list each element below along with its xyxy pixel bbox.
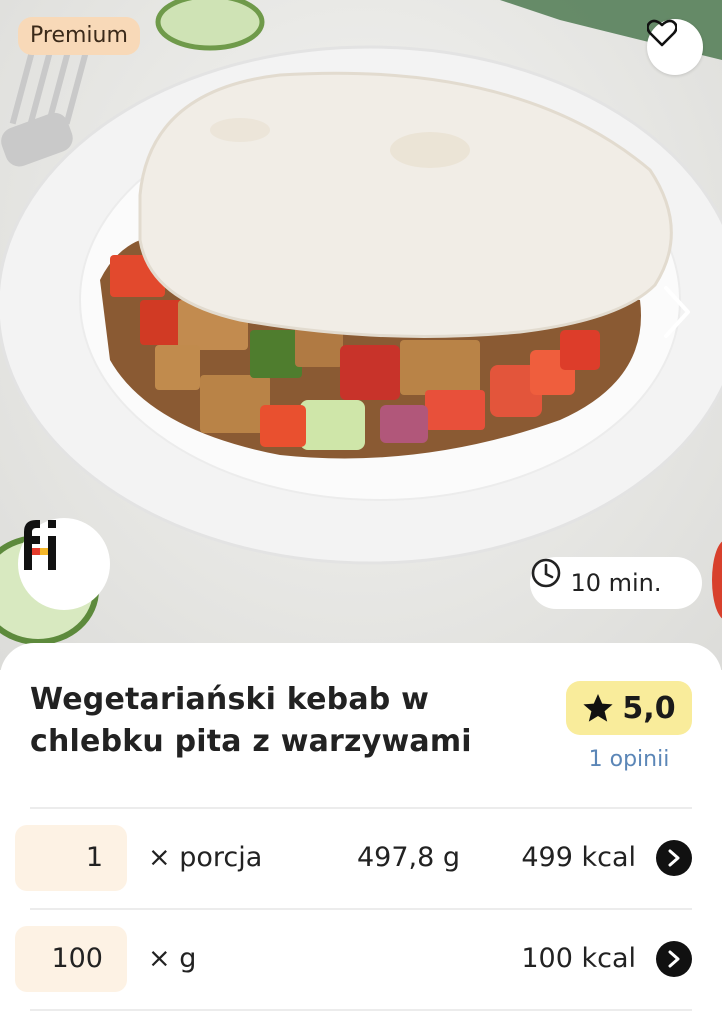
chevron-right-icon (668, 849, 680, 867)
prep-time-chip: 10 min. (530, 557, 702, 609)
grams-kcal: 100 kcal (521, 943, 636, 974)
portion-weight: 497,8 g (356, 842, 460, 873)
add-portion-button[interactable] (656, 840, 692, 876)
chevron-right-icon (664, 286, 690, 338)
rating-badge[interactable]: 5,0 (566, 681, 692, 735)
divider (30, 807, 692, 809)
chevron-right-icon (668, 950, 680, 968)
divider (30, 908, 692, 910)
portion-quantity-input[interactable]: 1 (15, 825, 127, 891)
premium-badge: Premium (18, 17, 140, 55)
rating-value: 5,0 (622, 690, 676, 726)
portion-kcal: 499 kcal (521, 842, 636, 873)
portion-unit-label: × porcja (148, 842, 263, 873)
star-icon (583, 694, 614, 722)
recipe-title: Wegetariański kebab w chlebku pita z war… (30, 682, 472, 759)
next-photo-button[interactable] (662, 284, 706, 344)
recipe-photo: Premium 10 min. (0, 0, 722, 670)
portion-row: 1 × porcja 497,8 g 499 kcal (0, 825, 722, 891)
clock-icon (531, 558, 561, 588)
divider (30, 1009, 692, 1011)
fi-logo-icon (24, 520, 56, 570)
grams-quantity-input[interactable]: 100 (15, 926, 127, 992)
recipe-details-panel: Wegetariański kebab w chlebku pita z war… (0, 643, 722, 1024)
grams-unit-label: × g (148, 943, 197, 974)
add-grams-button[interactable] (656, 941, 692, 977)
grams-row: 100 × g 100 kcal (0, 926, 722, 992)
favorite-button[interactable] (647, 19, 703, 75)
brand-logo (18, 518, 110, 610)
reviews-link[interactable]: 1 opinii (566, 747, 692, 772)
heart-outline-icon (647, 19, 677, 47)
prep-time-label: 10 min. (570, 569, 662, 597)
